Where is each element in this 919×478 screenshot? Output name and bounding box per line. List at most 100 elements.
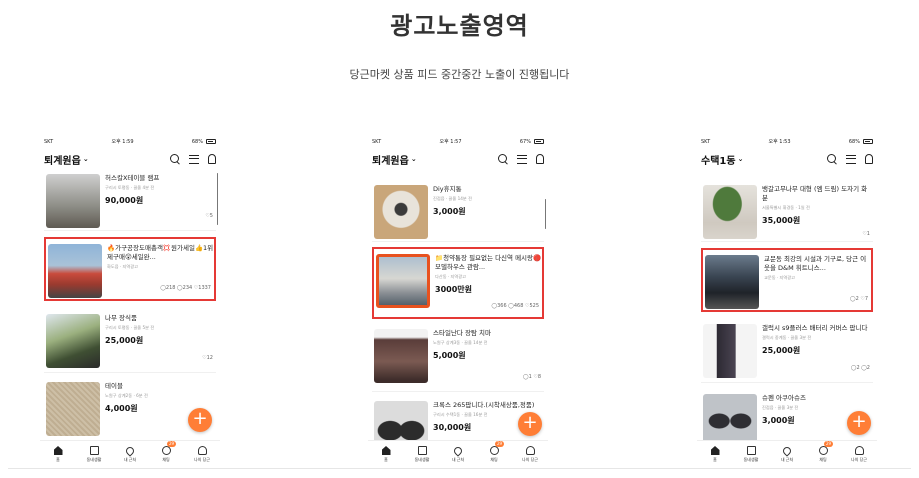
tab-label: 나의 당근 <box>851 457 867 462</box>
pin-icon <box>781 444 793 457</box>
more-icon[interactable]: ⋮ <box>862 255 869 263</box>
item-title: 교문동 최강의 시설과 기구로, 당근 이웃을 D&M 휘트니스... <box>764 255 867 272</box>
search-icon[interactable] <box>498 154 508 164</box>
item-title: Diy휴지통 <box>433 185 462 193</box>
user-icon <box>525 446 535 455</box>
tab-label: 홈 <box>56 457 60 462</box>
item-thumbnail <box>46 382 100 436</box>
tab-label: 내 근처 <box>123 456 137 462</box>
list-item[interactable]: 뱅갈고무나무 대형 (엠 드림) 도자기 화분 서울특별시 휘경동 · 1일 전… <box>701 180 873 242</box>
scrollbar[interactable] <box>216 173 218 225</box>
tab-label: 내 근처 <box>451 456 465 462</box>
phone-screenshot-1: SKT 오후 1:59 68% 퇴계원읍 ⌄ 허스칼X테이블 램프 구리시 토평동… <box>40 133 220 468</box>
item-price: 90,000원 <box>105 196 144 205</box>
search-icon[interactable] <box>827 154 837 164</box>
location-label: 퇴계원읍 <box>372 155 409 167</box>
item-thumbnail <box>376 254 430 308</box>
status-bar: SKT 오후 1:53 68% <box>697 133 877 150</box>
tab-label: 채팅 <box>490 457 498 462</box>
item-meta: 갤럭시 중계동 · 끌올 3분 전 <box>762 335 812 340</box>
chat-badge: 29 <box>824 441 834 447</box>
tab-label: 동네생활 <box>743 457 759 462</box>
item-stats: ♡1 <box>862 231 870 237</box>
tab-nearby[interactable]: 내 근처 <box>115 444 145 463</box>
tab-home[interactable]: 홈 <box>371 446 401 463</box>
location-selector[interactable]: 퇴계원읍 ⌄ <box>372 152 417 167</box>
list-item[interactable]: 스타일난다 장탐 치마 노원구 상계3동 · 끌올 14분 전 5,000원 ◯… <box>372 324 544 392</box>
tab-chat[interactable]: 29 채팅 <box>808 441 838 463</box>
menu-icon[interactable] <box>189 154 199 164</box>
bottom-tabbar: 홈 동네생활 내 근처 29 채팅 나의 당근 <box>40 440 220 468</box>
item-meta: 서울특별시 휘경동 · 1일 전 <box>762 205 810 210</box>
more-icon[interactable]: ⋮ <box>533 254 540 262</box>
tab-nearby[interactable]: 내 근처 <box>443 444 473 463</box>
list-item[interactable]: 허스칼X테이블 램프 구리시 토평동 · 끌올 4분 전 90,000원 ♡5 <box>44 169 216 231</box>
tab-nearby[interactable]: 내 근처 <box>772 444 802 463</box>
bell-icon[interactable] <box>536 154 544 164</box>
scrollbar[interactable] <box>544 199 546 229</box>
item-title: 테이블 <box>105 382 123 390</box>
pin-icon <box>452 444 464 457</box>
phone-screenshot-3: SKT 오후 1:53 68% 수택1동 ⌄ 뱅갈고무나무 대형 (엠 드림) 도… <box>697 133 877 468</box>
carrier: SKT <box>701 138 711 145</box>
more-icon[interactable]: ⋮ <box>205 244 212 252</box>
doc-icon <box>746 446 756 455</box>
battery-icon <box>863 139 873 144</box>
home-icon <box>710 446 720 455</box>
add-item-button[interactable]: + <box>847 411 871 435</box>
phone-screenshot-2: SKT 오후 1:57 67% 퇴계원읍 ⌄ Diy휴지통 진접읍 · 끌올 14… <box>368 133 548 468</box>
tab-chat[interactable]: 29 채팅 <box>151 441 181 463</box>
ad-item[interactable]: 📁청약통장 필요없는 다신역 메시랑🔴모델하우스 관람... 다산동 · 지역광… <box>372 247 544 319</box>
list-item[interactable]: 나무 장식품 구리시 토평동 · 끌올 5분 전 25,000원 ♡12 <box>44 309 216 373</box>
bell-icon[interactable] <box>208 154 216 164</box>
chat-badge: 29 <box>495 441 505 447</box>
page-subtitle: 당근마켓 상품 피드 중간중간 노출이 진행됩니다 <box>349 68 570 81</box>
tab-my[interactable]: 나의 당근 <box>515 446 545 463</box>
item-stats: ◯2 ◯2 <box>850 365 870 371</box>
chevron-down-icon: ⌄ <box>410 155 417 163</box>
battery-icon <box>534 139 544 144</box>
add-item-button[interactable]: + <box>188 408 212 432</box>
item-thumbnail <box>705 255 759 309</box>
location-selector[interactable]: 수택1동 ⌄ <box>701 152 743 167</box>
bottom-tabbar: 홈 동네생활 내 근처 29 채팅 나의 당근 <box>697 440 877 468</box>
add-item-button[interactable]: + <box>518 412 542 436</box>
chevron-down-icon: ⌄ <box>737 155 744 163</box>
list-item[interactable]: 테이블 노원구 상계2동 · 6분 전 4,000원 <box>44 377 216 441</box>
ad-item[interactable]: 🔥가구공장도매총객💢원가세일👍1위제구매😲세일완... 화도읍 · 지역광고 ◯… <box>44 237 216 301</box>
menu-icon[interactable] <box>517 154 527 164</box>
chat-icon <box>489 446 499 455</box>
chat-icon <box>818 446 828 455</box>
item-thumbnail <box>48 244 102 298</box>
tab-community[interactable]: 동네생활 <box>407 446 437 463</box>
item-thumbnail <box>703 324 757 378</box>
item-meta: 노원구 상계2동 · 6분 전 <box>105 393 148 398</box>
location-selector[interactable]: 퇴계원읍 ⌄ <box>44 152 89 167</box>
item-thumbnail <box>46 174 100 228</box>
item-stats: ◯2 ♡7 <box>849 296 868 302</box>
tab-community[interactable]: 동네생활 <box>736 446 766 463</box>
menu-icon[interactable] <box>846 154 856 164</box>
battery-label: 67% <box>519 138 531 145</box>
tab-community[interactable]: 동네생활 <box>79 446 109 463</box>
tab-home[interactable]: 홈 <box>43 446 73 463</box>
item-meta: 화도읍 · 지역광고 <box>107 264 138 269</box>
tab-home[interactable]: 홈 <box>700 446 730 463</box>
item-stats: ◯218 ◯234 ♡1337 <box>160 285 211 291</box>
search-icon[interactable] <box>170 154 180 164</box>
tab-my[interactable]: 나의 당근 <box>844 446 874 463</box>
bell-icon[interactable] <box>865 154 873 164</box>
app-bar: 퇴계원읍 ⌄ <box>40 150 220 168</box>
ad-item[interactable]: 교문동 최강의 시설과 기구로, 당근 이웃을 D&M 휘트니스... 교문동 … <box>701 248 873 312</box>
tab-my[interactable]: 나의 당근 <box>187 446 217 463</box>
item-thumbnail <box>374 185 428 239</box>
item-meta: 다산동 · 지역광고 <box>435 274 466 279</box>
pin-icon <box>124 444 136 457</box>
tab-label: 나의 당근 <box>522 457 538 462</box>
list-item[interactable]: Diy휴지통 진접읍 · 끌올 14분 전 3,000원 <box>372 180 544 242</box>
time: 오후 1:59 <box>111 139 134 145</box>
time: 오후 1:53 <box>768 139 791 145</box>
tab-label: 채팅 <box>819 457 827 462</box>
list-item[interactable]: 갤럭시 s9플러스 배터리 커버스 팝니다 갤럭시 중계동 · 끌올 3분 전 … <box>701 319 873 383</box>
tab-chat[interactable]: 29 채팅 <box>479 441 509 463</box>
